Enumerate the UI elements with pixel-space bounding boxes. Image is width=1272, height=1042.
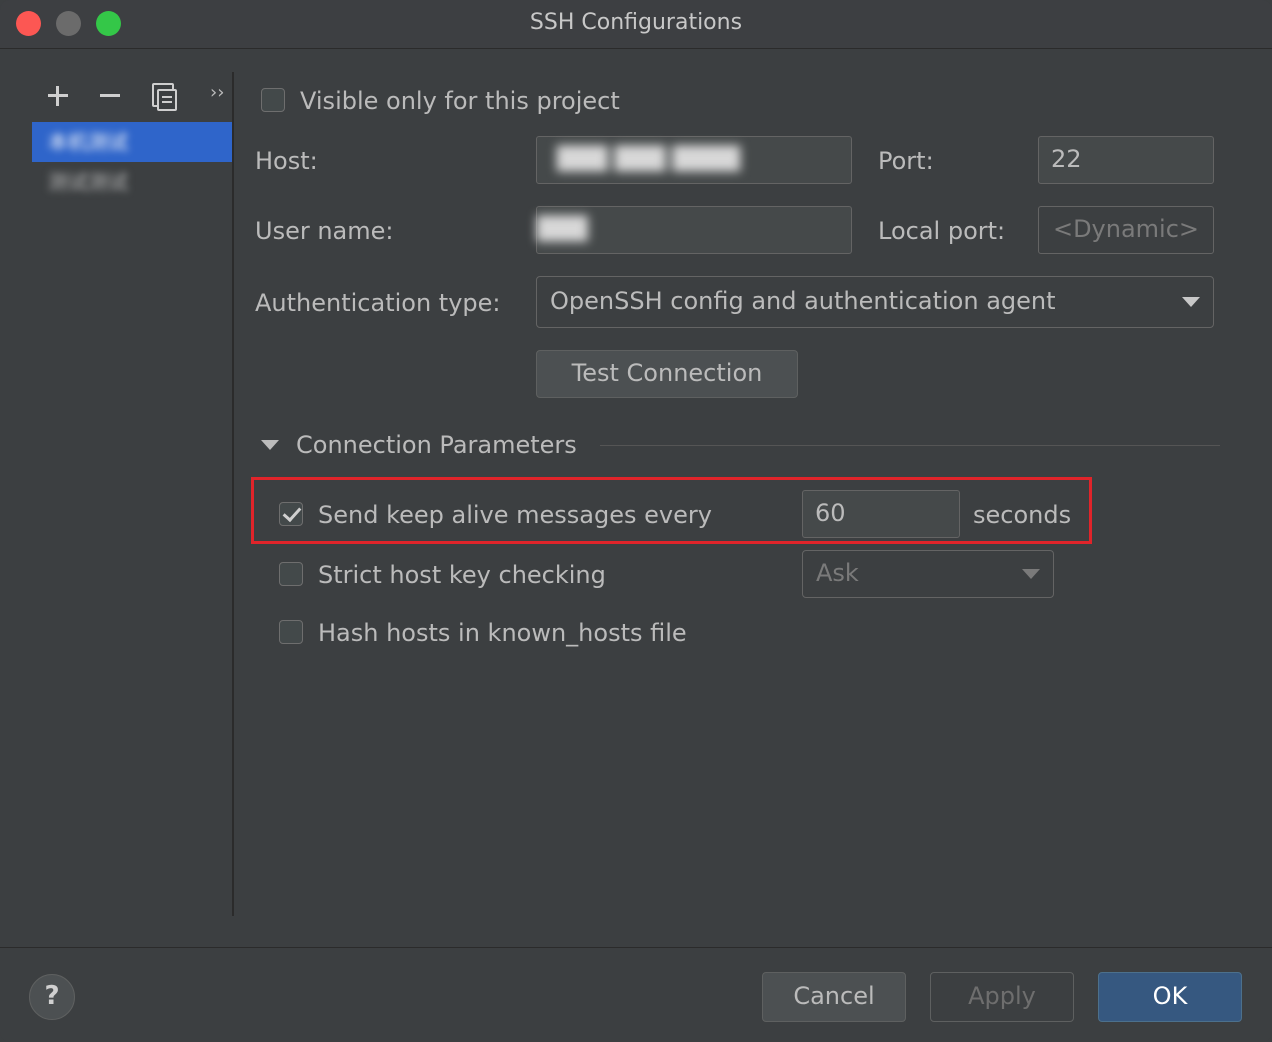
auth-type-label: Authentication type: <box>255 289 501 317</box>
help-button[interactable]: ? <box>29 974 75 1020</box>
keep-alive-label: Send keep alive messages every <box>318 501 712 529</box>
collapse-triangle-icon[interactable] <box>261 440 279 450</box>
add-icon[interactable] <box>40 78 76 114</box>
strict-host-checkbox[interactable] <box>279 562 303 586</box>
footer-divider <box>0 947 1272 948</box>
list-item-label: 本机测试 <box>48 130 128 154</box>
strict-host-value: Ask <box>816 559 859 587</box>
username-value: ███ <box>537 217 588 242</box>
host-input[interactable]: ███ ███ ████ <box>536 136 852 184</box>
chevron-down-icon <box>1022 569 1040 579</box>
auth-type-value: OpenSSH config and authentication agent <box>550 287 1056 315</box>
test-connection-button[interactable]: Test Connection <box>536 350 798 398</box>
hash-hosts-checkbox[interactable] <box>279 620 303 644</box>
window-title: SSH Configurations <box>529 10 743 35</box>
local-port-input[interactable]: <Dynamic> <box>1038 206 1214 254</box>
keep-alive-checkbox[interactable] <box>279 502 303 526</box>
port-label: Port: <box>878 147 934 175</box>
ok-button[interactable]: OK <box>1098 972 1242 1022</box>
cancel-button[interactable]: Cancel <box>762 972 906 1022</box>
list-item[interactable]: 本机测试 <box>32 122 232 162</box>
auth-type-select[interactable]: OpenSSH config and authentication agent <box>536 276 1214 328</box>
host-label: Host: <box>255 147 318 175</box>
pane-splitter[interactable] <box>232 72 234 916</box>
local-port-label: Local port: <box>878 217 1006 245</box>
strict-host-label: Strict host key checking <box>318 561 606 589</box>
username-input[interactable]: ███ <box>536 206 852 254</box>
strict-host-select[interactable]: Ask <box>802 550 1054 598</box>
list-item[interactable]: 测试测试 <box>32 162 232 202</box>
list-item-label: 测试测试 <box>48 170 128 194</box>
port-input[interactable]: 22 <box>1038 136 1214 184</box>
title-bar: SSH Configurations <box>0 0 1272 49</box>
remove-icon[interactable] <box>92 78 128 114</box>
visible-only-checkbox[interactable] <box>261 88 285 112</box>
chevron-down-icon <box>1182 297 1200 307</box>
more-actions-icon[interactable]: ›› <box>210 82 224 103</box>
connection-parameters-title[interactable]: Connection Parameters <box>296 430 577 460</box>
username-label: User name: <box>255 217 394 245</box>
keep-alive-interval-input[interactable]: 60 <box>802 490 960 538</box>
copy-icon[interactable] <box>144 78 180 114</box>
hash-hosts-label: Hash hosts in known_hosts file <box>318 619 687 647</box>
apply-button[interactable]: Apply <box>930 972 1074 1022</box>
host-value: ███ ███ ████ <box>557 147 741 172</box>
keep-alive-unit: seconds <box>973 501 1072 529</box>
ssh-configurations-dialog: SSH Configurations ›› 本机测试 测试测试 Visible … <box>0 0 1272 1042</box>
section-divider <box>600 445 1220 446</box>
visible-only-label: Visible only for this project <box>300 87 620 115</box>
ssh-config-list: 本机测试 测试测试 <box>32 122 232 202</box>
